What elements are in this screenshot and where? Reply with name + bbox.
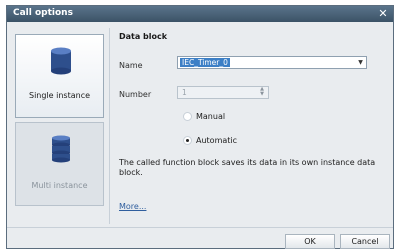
instance-type-panel: Single instance Multi instance — [9, 26, 104, 224]
cancel-button[interactable]: Cancel — [340, 234, 390, 249]
number-value[interactable]: 1 — [182, 88, 187, 97]
more-link[interactable]: More... — [119, 202, 146, 211]
chevron-down-icon[interactable]: ▼ — [356, 58, 365, 67]
single-instance-label: Single instance — [28, 91, 91, 100]
options-content: Data block Name IEC_Timer_0 ▼ Number 1 ▲… — [117, 28, 387, 224]
spin-arrows-icon[interactable]: ▲ ▼ — [258, 87, 266, 98]
footer-divider — [7, 227, 393, 228]
panel-divider — [109, 28, 110, 224]
ok-button[interactable]: OK — [285, 234, 335, 249]
automatic-radio-dot[interactable] — [183, 136, 192, 145]
dialog-title: Call options — [13, 8, 73, 18]
name-value[interactable]: IEC_Timer_0 — [180, 58, 230, 67]
number-stepper[interactable]: 1 ▲ ▼ — [177, 86, 269, 99]
manual-radio-dot[interactable] — [183, 112, 192, 121]
database-stack-icon — [52, 135, 70, 163]
name-label: Name — [119, 61, 143, 70]
multi-instance-tile[interactable]: Multi instance — [15, 122, 104, 206]
number-label: Number — [119, 90, 152, 99]
manual-radio-label[interactable]: Manual — [196, 112, 225, 121]
single-instance-tile[interactable]: Single instance — [15, 34, 104, 118]
close-icon[interactable]: ✕ — [377, 6, 389, 21]
call-options-dialog: Call options ✕ Single instance Multi ins… — [6, 5, 394, 249]
title-bar: Call options ✕ — [7, 6, 393, 22]
section-title: Data block — [119, 32, 168, 41]
database-icon — [51, 47, 71, 75]
automatic-radio-label[interactable]: Automatic — [196, 136, 237, 145]
description-text: The called function block saves its data… — [119, 158, 376, 177]
name-combobox[interactable]: IEC_Timer_0 ▼ — [177, 56, 367, 69]
multi-instance-label: Multi instance — [31, 181, 88, 190]
